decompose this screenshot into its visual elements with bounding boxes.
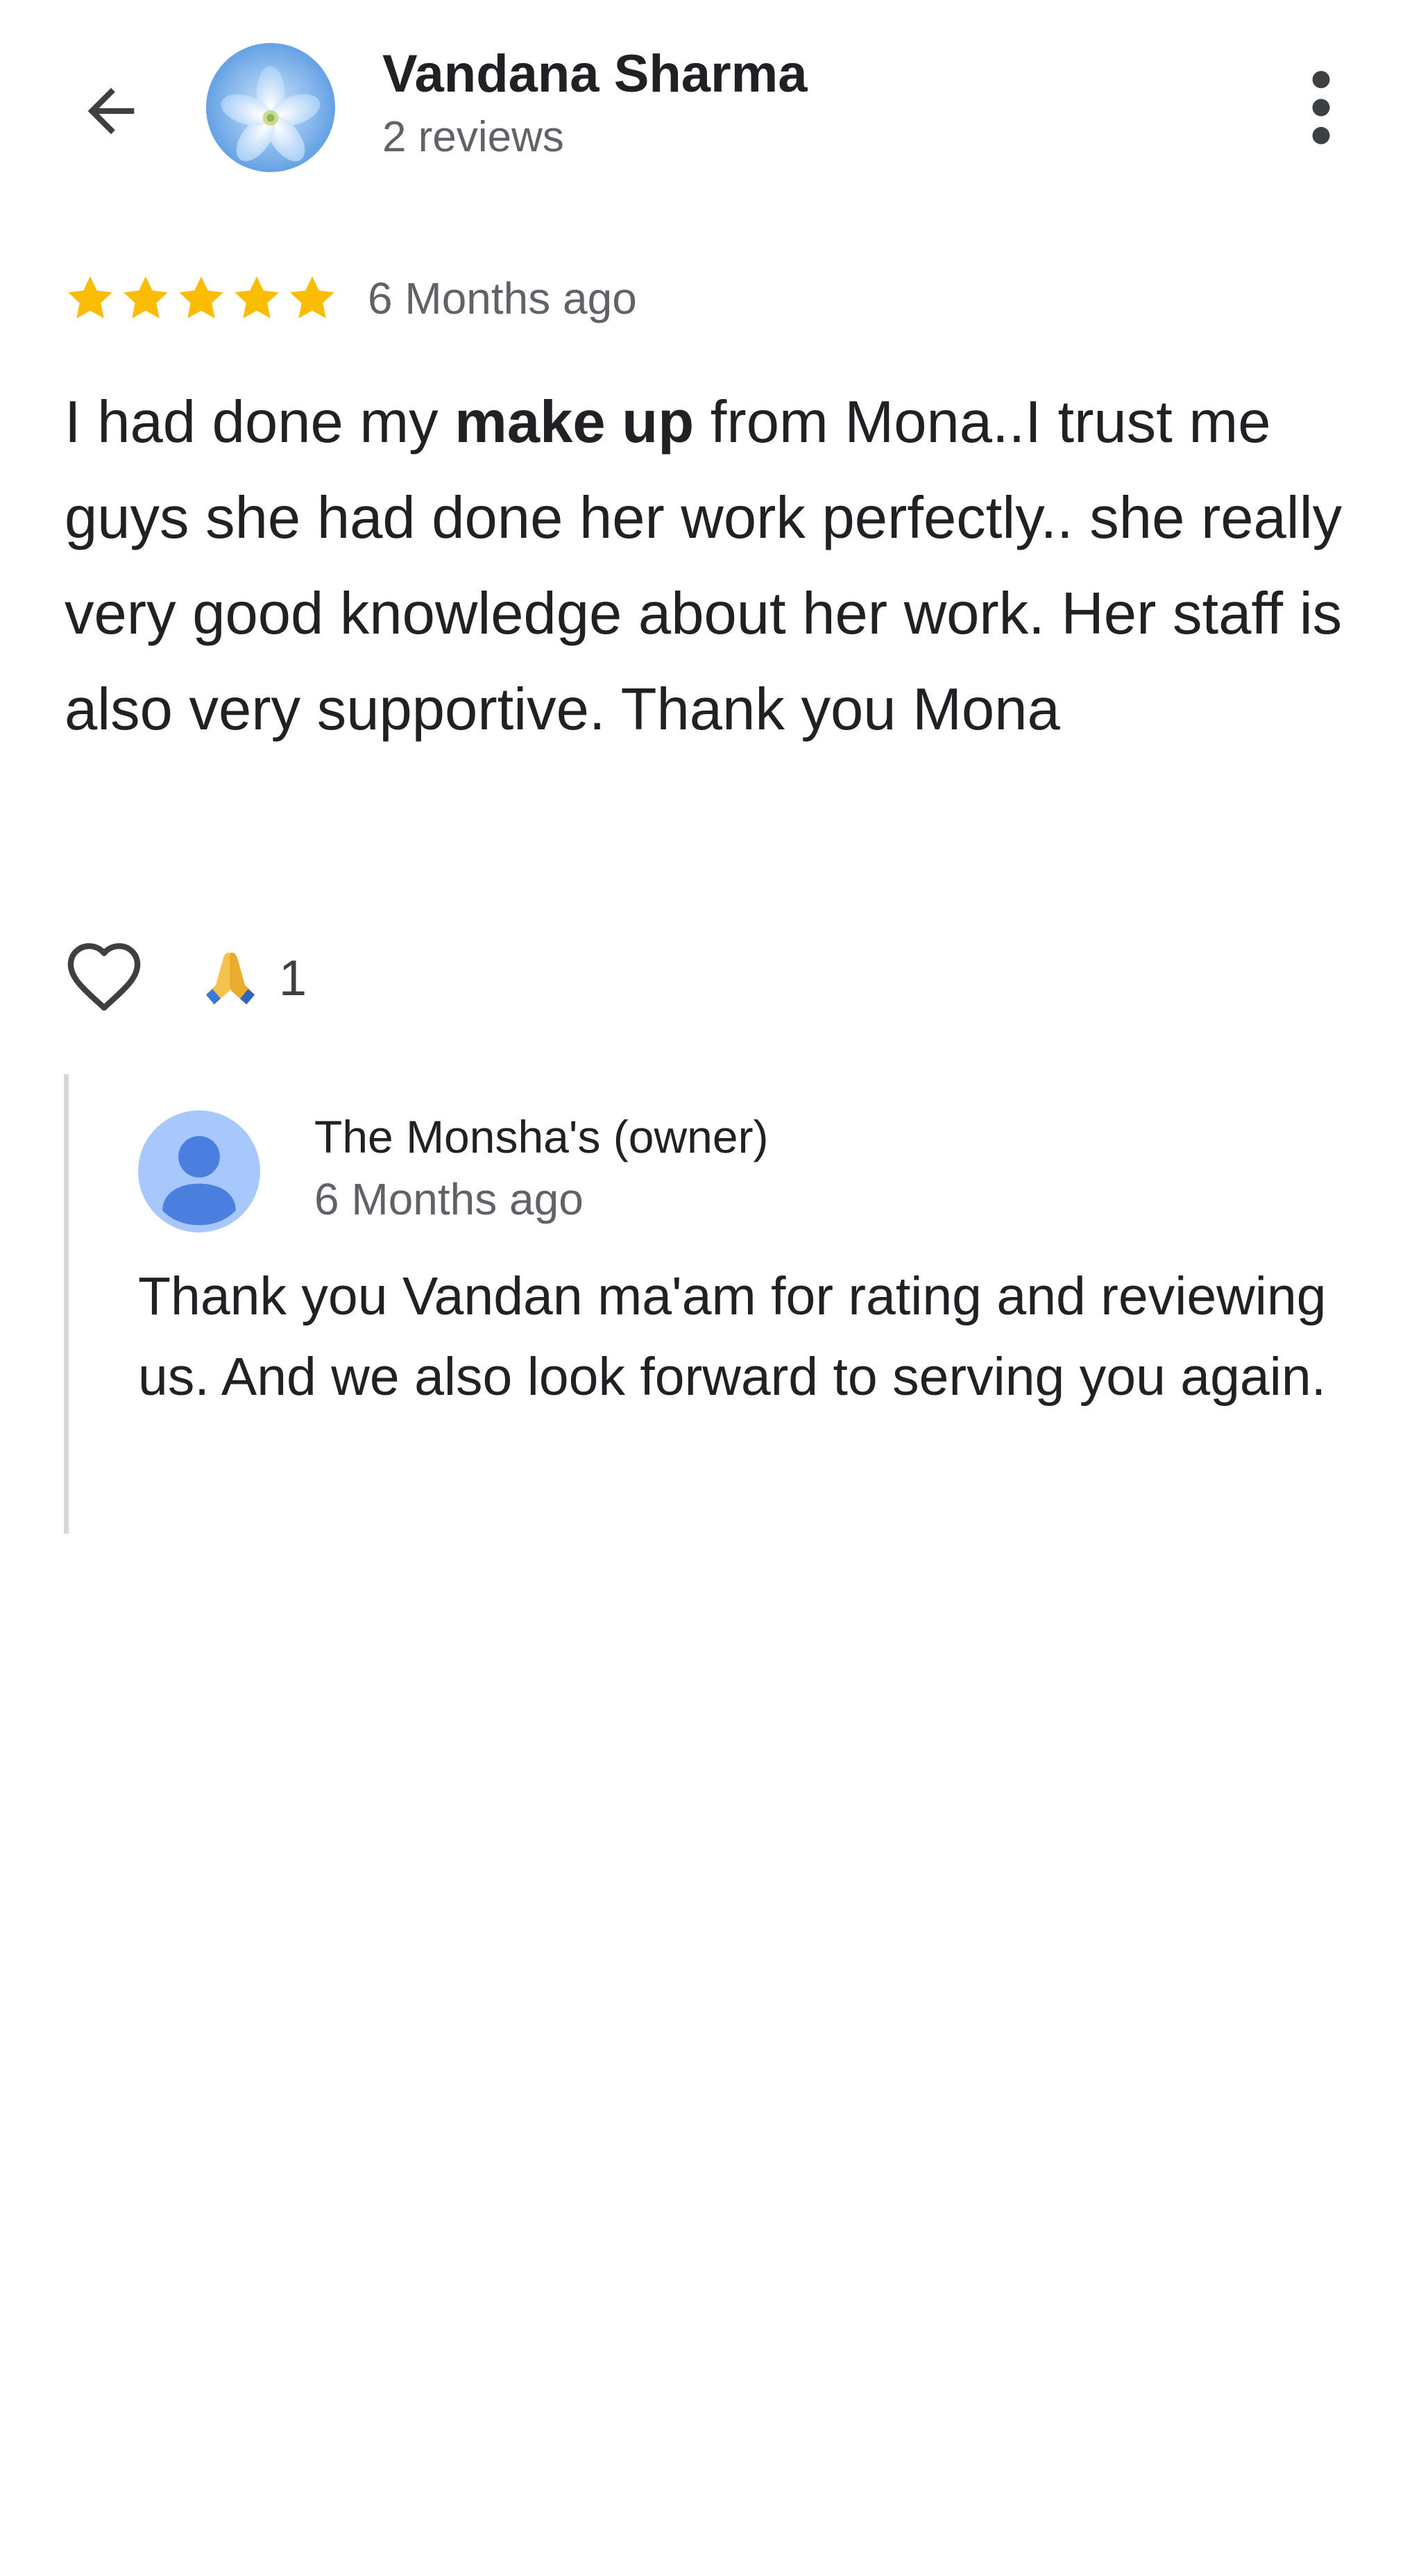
review-text-part: I had done my bbox=[65, 389, 455, 455]
star-icon bbox=[68, 276, 112, 319]
rating-row: 6 Months ago bbox=[62, 264, 637, 333]
review-text-highlight: make up bbox=[454, 389, 695, 455]
more-vert-icon bbox=[1312, 71, 1330, 144]
reaction-count: 1 bbox=[279, 951, 307, 1006]
owner-avatar bbox=[138, 1110, 260, 1232]
star-icon bbox=[290, 276, 334, 319]
star-rating bbox=[62, 271, 340, 326]
arrow-back-icon bbox=[87, 87, 135, 135]
reaction-chip[interactable]: 1 bbox=[201, 940, 307, 1017]
reply-text: Thank you Vandan ma'am for rating and re… bbox=[138, 1266, 1327, 1407]
blue-flower-avatar bbox=[206, 43, 335, 172]
heart-outline-icon bbox=[67, 943, 141, 1011]
more-options-button[interactable] bbox=[1286, 66, 1356, 149]
reviewer-avatar[interactable] bbox=[206, 43, 335, 172]
owner-name: The Monsha's (owner) bbox=[314, 1111, 769, 1162]
star-icon bbox=[124, 276, 168, 319]
star-icon bbox=[235, 276, 279, 319]
owner-reply: The Monsha's (owner) 6 Months ago Thank … bbox=[64, 1074, 1382, 1534]
reviewer-name[interactable]: Vandana Sharma bbox=[382, 43, 808, 105]
back-button[interactable] bbox=[69, 69, 153, 153]
review-count: 2 reviews bbox=[382, 113, 564, 161]
person-icon bbox=[138, 1110, 260, 1232]
like-button[interactable] bbox=[59, 930, 149, 1020]
star-icon bbox=[179, 276, 223, 319]
review-header: Vandana Sharma 2 reviews bbox=[0, 0, 1421, 208]
review-text: I had done my make up from Mona..I trust… bbox=[65, 375, 1383, 758]
reply-date: 6 Months ago bbox=[314, 1174, 584, 1224]
review-date: 6 Months ago bbox=[368, 273, 637, 323]
folded-hands-emoji bbox=[201, 946, 259, 1011]
